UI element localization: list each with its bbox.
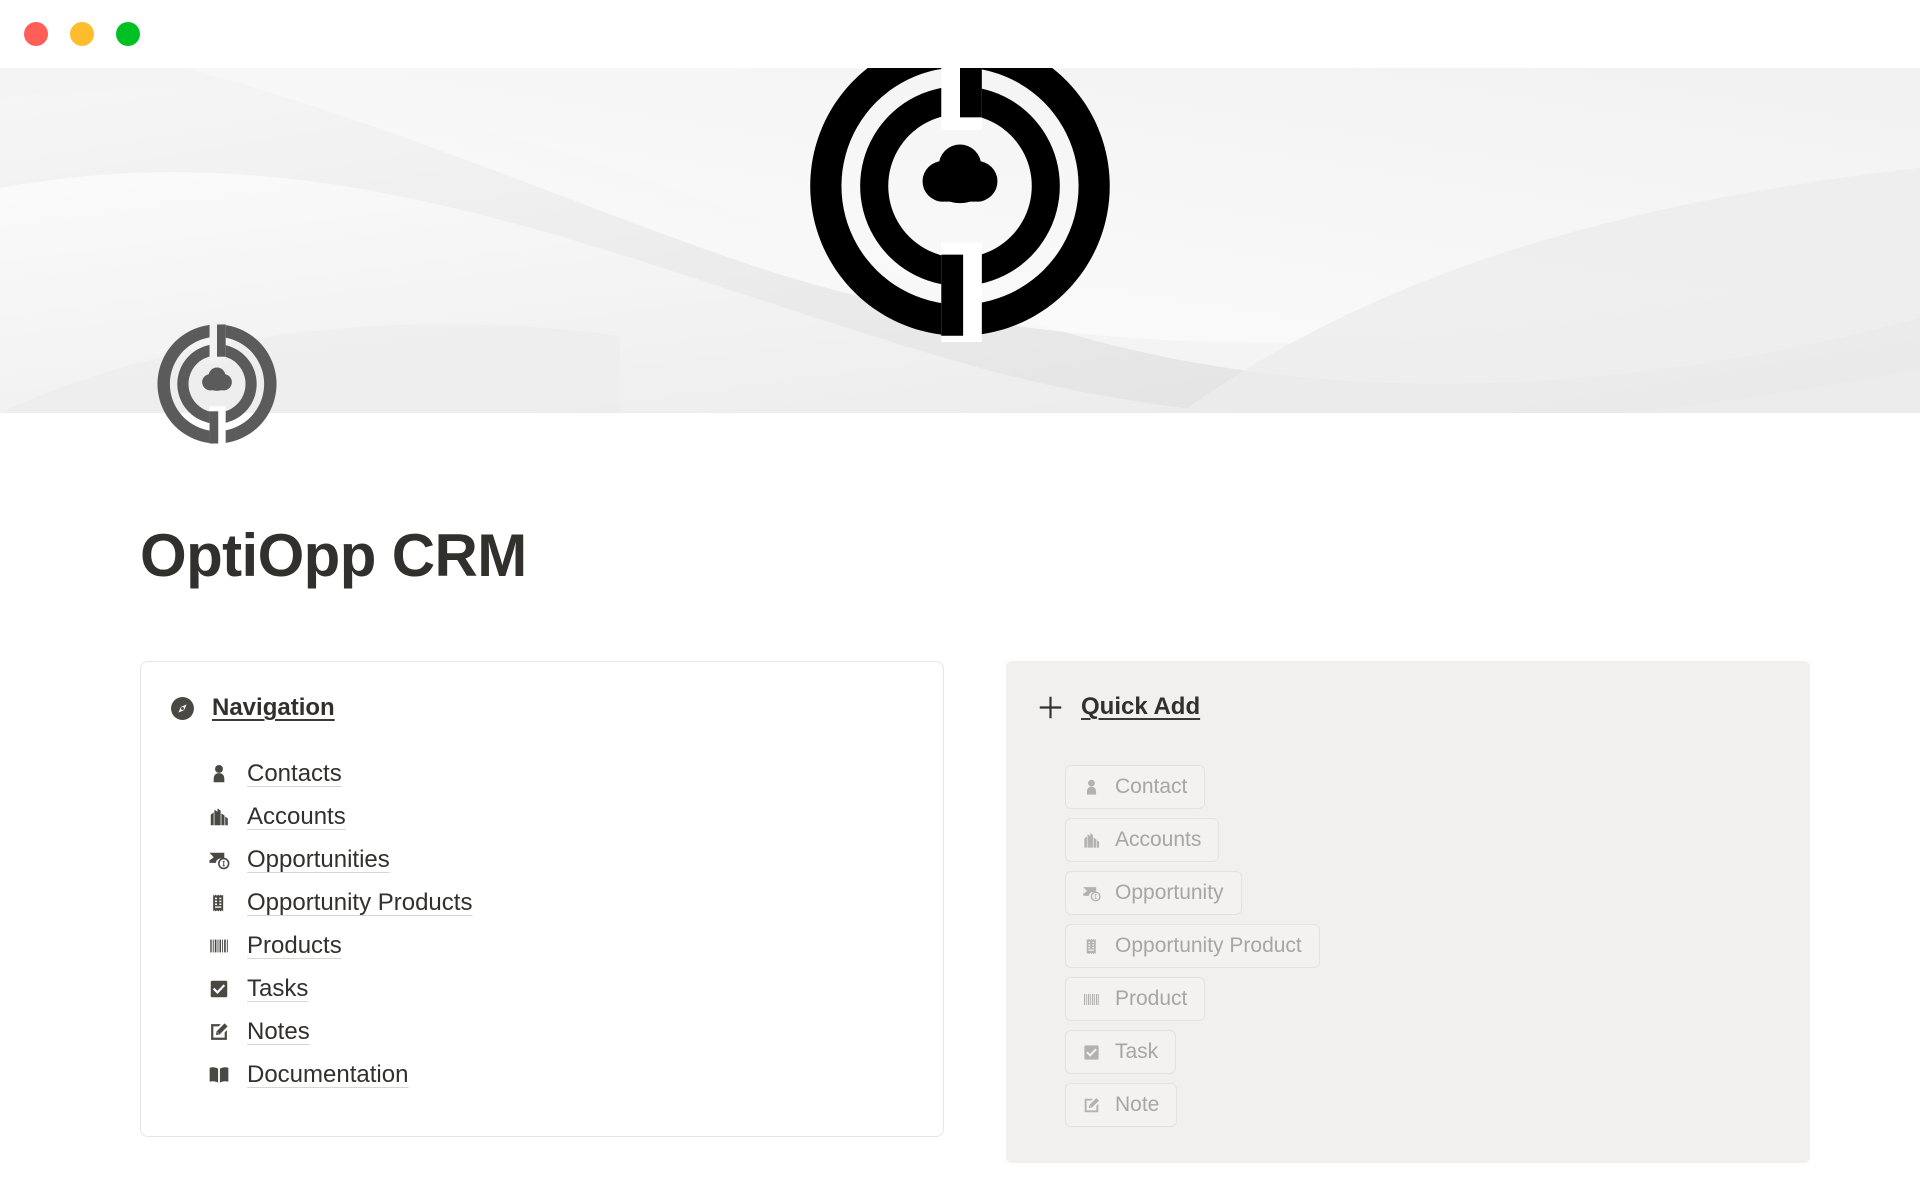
quick-add-button-label: Product [1115,987,1188,1010]
nav-label: Documentation [247,1060,409,1088]
nav-item-notes[interactable]: Notes [206,1010,907,1053]
nav-label: Notes [247,1017,310,1045]
nav-item-opportunities[interactable]: Opportunities [206,838,907,881]
note-pencil-icon [206,1019,232,1045]
window-titlebar [0,0,1920,68]
quick-add-button-label: Opportunity Product [1115,934,1302,957]
nav-item-opportunity-products[interactable]: Opportunity Products [206,881,907,924]
quick-add-title: Quick Add [1081,693,1201,720]
navigation-card: Navigation Contacts Accounts Opportuniti… [140,661,944,1137]
quick-add-button-label: Task [1115,1040,1159,1063]
page-title: OptiOpp CRM [140,522,527,589]
nav-label: Contacts [247,759,342,787]
traffic-light-group [24,22,140,46]
barcode-icon [206,933,232,959]
nav-item-products[interactable]: Products [206,924,907,967]
nav-item-tasks[interactable]: Tasks [206,967,907,1010]
main-columns: Navigation Contacts Accounts Opportuniti… [140,661,1810,1163]
nav-label: Opportunities [247,845,390,873]
page-icon-optiopp-logo[interactable] [155,322,279,446]
open-book-icon [206,1062,232,1088]
quick-add-opportunity-button[interactable]: Opportunity [1065,871,1242,915]
quick-add-button-label: Accounts [1115,828,1202,851]
maximize-window-button[interactable] [116,22,140,46]
quick-add-opportunity-product-button[interactable]: Opportunity Product [1065,924,1320,968]
money-coin-icon [1080,882,1103,905]
nav-item-documentation[interactable]: Documentation [206,1053,907,1096]
checkbox-checked-icon [1080,1041,1103,1064]
quick-add-note-button[interactable]: Note [1065,1083,1178,1127]
optiopp-logo-icon [810,68,1110,342]
building-icon [206,804,232,830]
quick-add-accounts-button[interactable]: Accounts [1065,818,1220,862]
compass-icon [169,695,195,721]
quick-add-button-label: Note [1115,1093,1160,1116]
quick-add-panel: Quick Add Contact Accounts Opportunity O… [1006,661,1810,1163]
nav-label: Tasks [247,974,309,1002]
navigation-list: Contacts Accounts Opportunities Opportun… [169,752,907,1096]
note-pencil-icon [1080,1094,1103,1117]
plus-icon [1036,693,1064,721]
quick-add-button-label: Opportunity [1115,881,1224,904]
quick-add-button-list: Contact Accounts Opportunity Opportunity… [1036,765,1774,1127]
minimize-window-button[interactable] [70,22,94,46]
nav-item-contacts[interactable]: Contacts [206,752,907,795]
checkbox-checked-icon [206,976,232,1002]
nav-item-accounts[interactable]: Accounts [206,795,907,838]
quick-add-product-button[interactable]: Product [1065,977,1206,1021]
building-icon [1080,829,1103,852]
nav-label: Opportunity Products [247,888,473,916]
cover-banner[interactable] [0,68,1920,413]
quick-add-contact-button[interactable]: Contact [1065,765,1206,809]
receipt-icon [206,890,232,916]
navigation-title: Navigation [212,694,335,721]
barcode-icon [1080,988,1103,1011]
receipt-icon [1080,935,1103,958]
quick-add-task-button[interactable]: Task [1065,1030,1177,1074]
nav-label: Accounts [247,802,346,830]
contact-silhouette-icon [206,761,232,787]
quick-add-button-label: Contact [1115,775,1188,798]
navigation-header[interactable]: Navigation [169,694,907,722]
nav-label: Products [247,931,342,959]
close-window-button[interactable] [24,22,48,46]
money-coin-icon [206,847,232,873]
page-body: OptiOpp CRM Navigation Contacts Accounts… [0,523,1920,1200]
contact-silhouette-icon [1080,776,1103,799]
quick-add-header[interactable]: Quick Add [1036,693,1774,721]
